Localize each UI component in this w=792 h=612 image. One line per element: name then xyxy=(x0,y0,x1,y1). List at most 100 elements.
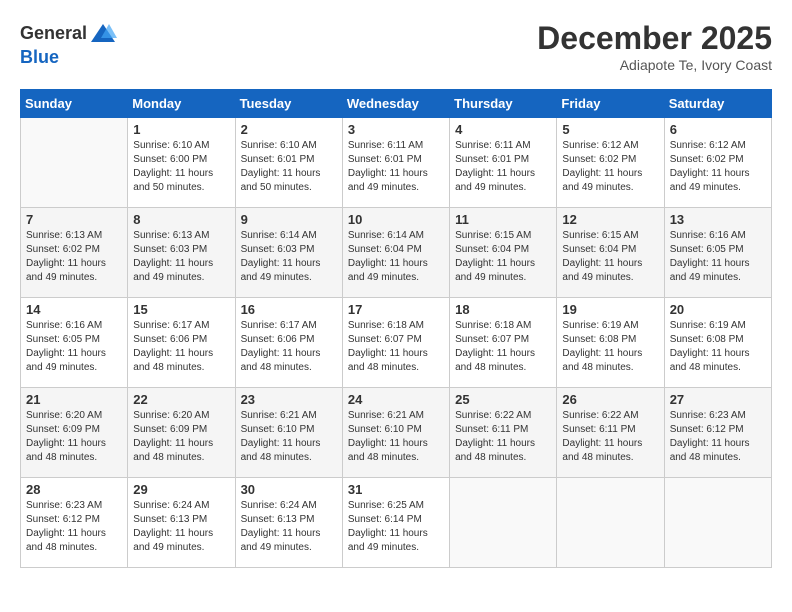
day-info: Sunrise: 6:16 AMSunset: 6:05 PMDaylight:… xyxy=(26,319,122,375)
day-info: Sunrise: 6:13 AMSunset: 6:02 PMDaylight:… xyxy=(26,229,122,285)
day-info: Sunrise: 6:14 AMSunset: 6:03 PMDaylight:… xyxy=(241,229,337,285)
day-number: 29 xyxy=(133,482,229,497)
calendar-cell: 23Sunrise: 6:21 AMSunset: 6:10 PMDayligh… xyxy=(235,388,342,478)
day-number: 7 xyxy=(26,212,122,227)
calendar-cell: 12 Sunrise: 6:15 AMSunset: 6:04 PMDayligh… xyxy=(557,208,664,298)
day-number: 10 xyxy=(348,212,444,227)
month-title: December 2025 xyxy=(537,20,772,57)
day-info: Sunrise: 6:22 AMSunset: 6:11 PMDaylight:… xyxy=(562,409,658,465)
day-number: 27 xyxy=(670,392,766,407)
calendar-cell xyxy=(664,478,771,568)
logo-icon xyxy=(89,20,117,48)
day-info: Sunrise: 6:21 AMSunset: 6:10 PMDaylight:… xyxy=(241,409,337,465)
day-number: 5 xyxy=(562,122,658,137)
day-info: Sunrise: 6:11 AMSunset: 6:01 PMDaylight:… xyxy=(455,139,551,195)
calendar-cell: 6 Sunrise: 6:12 AMSunset: 6:02 PMDaylight… xyxy=(664,118,771,208)
day-number: 3 xyxy=(348,122,444,137)
header-friday: Friday xyxy=(557,90,664,118)
calendar-cell: 15Sunrise: 6:17 AMSunset: 6:06 PMDayligh… xyxy=(128,298,235,388)
day-info: Sunrise: 6:24 AMSunset: 6:13 PMDaylight:… xyxy=(133,499,229,555)
calendar-header-row: SundayMondayTuesdayWednesdayThursdayFrid… xyxy=(21,90,772,118)
day-info: Sunrise: 6:20 AMSunset: 6:09 PMDaylight:… xyxy=(26,409,122,465)
header-tuesday: Tuesday xyxy=(235,90,342,118)
day-number: 18 xyxy=(455,302,551,317)
page-header: General Blue December 2025 Adiapote Te, … xyxy=(20,20,772,73)
calendar-cell: 13 Sunrise: 6:16 AMSunset: 6:05 PMDayligh… xyxy=(664,208,771,298)
day-info: Sunrise: 6:22 AMSunset: 6:11 PMDaylight:… xyxy=(455,409,551,465)
day-info: Sunrise: 6:19 AMSunset: 6:08 PMDaylight:… xyxy=(562,319,658,375)
calendar-cell: 18 Sunrise: 6:18 AMSunset: 6:07 PMDayligh… xyxy=(450,298,557,388)
calendar-cell: 11Sunrise: 6:15 AMSunset: 6:04 PMDayligh… xyxy=(450,208,557,298)
header-monday: Monday xyxy=(128,90,235,118)
calendar-cell: 22 Sunrise: 6:20 AMSunset: 6:09 PMDayligh… xyxy=(128,388,235,478)
calendar-cell: 26 Sunrise: 6:22 AMSunset: 6:11 PMDayligh… xyxy=(557,388,664,478)
day-number: 28 xyxy=(26,482,122,497)
day-number: 1 xyxy=(133,122,229,137)
logo: General Blue xyxy=(20,20,117,68)
day-info: Sunrise: 6:18 AMSunset: 6:07 PMDaylight:… xyxy=(348,319,444,375)
calendar-week-row: 28 Sunrise: 6:23 AMSunset: 6:12 PMDayligh… xyxy=(21,478,772,568)
calendar-cell: 8 Sunrise: 6:13 AMSunset: 6:03 PMDaylight… xyxy=(128,208,235,298)
day-number: 19 xyxy=(562,302,658,317)
day-info: Sunrise: 6:19 AMSunset: 6:08 PMDaylight:… xyxy=(670,319,766,375)
day-number: 30 xyxy=(241,482,337,497)
calendar-cell: 7 Sunrise: 6:13 AMSunset: 6:02 PMDaylight… xyxy=(21,208,128,298)
calendar-week-row: 1 Sunrise: 6:10 AMSunset: 6:00 PMDaylight… xyxy=(21,118,772,208)
day-number: 22 xyxy=(133,392,229,407)
calendar-cell xyxy=(21,118,128,208)
day-info: Sunrise: 6:10 AMSunset: 6:01 PMDaylight:… xyxy=(241,139,337,195)
day-number: 8 xyxy=(133,212,229,227)
calendar-table: SundayMondayTuesdayWednesdayThursdayFrid… xyxy=(20,89,772,568)
day-info: Sunrise: 6:10 AMSunset: 6:00 PMDaylight:… xyxy=(133,139,229,195)
day-number: 13 xyxy=(670,212,766,227)
logo-blue-text: Blue xyxy=(20,48,117,68)
calendar-cell: 31 Sunrise: 6:25 AMSunset: 6:14 PMDayligh… xyxy=(342,478,449,568)
day-number: 31 xyxy=(348,482,444,497)
day-number: 2 xyxy=(241,122,337,137)
title-section: December 2025 Adiapote Te, Ivory Coast xyxy=(537,20,772,73)
day-number: 17 xyxy=(348,302,444,317)
day-number: 20 xyxy=(670,302,766,317)
calendar-cell: 20 Sunrise: 6:19 AMSunset: 6:08 PMDayligh… xyxy=(664,298,771,388)
day-info: Sunrise: 6:13 AMSunset: 6:03 PMDaylight:… xyxy=(133,229,229,285)
calendar-cell: 27Sunrise: 6:23 AMSunset: 6:12 PMDayligh… xyxy=(664,388,771,478)
calendar-cell: 3Sunrise: 6:11 AMSunset: 6:01 PMDaylight… xyxy=(342,118,449,208)
calendar-cell: 14 Sunrise: 6:16 AMSunset: 6:05 PMDayligh… xyxy=(21,298,128,388)
day-number: 6 xyxy=(670,122,766,137)
day-info: Sunrise: 6:21 AMSunset: 6:10 PMDaylight:… xyxy=(348,409,444,465)
day-number: 9 xyxy=(241,212,337,227)
calendar-cell xyxy=(557,478,664,568)
day-info: Sunrise: 6:25 AMSunset: 6:14 PMDaylight:… xyxy=(348,499,444,555)
day-number: 15 xyxy=(133,302,229,317)
calendar-cell: 29 Sunrise: 6:24 AMSunset: 6:13 PMDayligh… xyxy=(128,478,235,568)
calendar-cell: 28 Sunrise: 6:23 AMSunset: 6:12 PMDayligh… xyxy=(21,478,128,568)
location-subtitle: Adiapote Te, Ivory Coast xyxy=(537,57,772,73)
calendar-cell: 5Sunrise: 6:12 AMSunset: 6:02 PMDaylight… xyxy=(557,118,664,208)
calendar-cell: 1 Sunrise: 6:10 AMSunset: 6:00 PMDaylight… xyxy=(128,118,235,208)
day-number: 16 xyxy=(241,302,337,317)
calendar-cell: 17 Sunrise: 6:18 AMSunset: 6:07 PMDayligh… xyxy=(342,298,449,388)
day-info: Sunrise: 6:23 AMSunset: 6:12 PMDaylight:… xyxy=(26,499,122,555)
day-info: Sunrise: 6:24 AMSunset: 6:13 PMDaylight:… xyxy=(241,499,337,555)
calendar-week-row: 14 Sunrise: 6:16 AMSunset: 6:05 PMDayligh… xyxy=(21,298,772,388)
day-number: 4 xyxy=(455,122,551,137)
day-number: 14 xyxy=(26,302,122,317)
day-number: 26 xyxy=(562,392,658,407)
day-info: Sunrise: 6:12 AMSunset: 6:02 PMDaylight:… xyxy=(670,139,766,195)
day-info: Sunrise: 6:18 AMSunset: 6:07 PMDaylight:… xyxy=(455,319,551,375)
calendar-cell: 19 Sunrise: 6:19 AMSunset: 6:08 PMDayligh… xyxy=(557,298,664,388)
calendar-cell: 24Sunrise: 6:21 AMSunset: 6:10 PMDayligh… xyxy=(342,388,449,478)
day-info: Sunrise: 6:16 AMSunset: 6:05 PMDaylight:… xyxy=(670,229,766,285)
header-thursday: Thursday xyxy=(450,90,557,118)
day-number: 12 xyxy=(562,212,658,227)
day-info: Sunrise: 6:20 AMSunset: 6:09 PMDaylight:… xyxy=(133,409,229,465)
calendar-cell: 10Sunrise: 6:14 AMSunset: 6:04 PMDayligh… xyxy=(342,208,449,298)
day-info: Sunrise: 6:15 AMSunset: 6:04 PMDaylight:… xyxy=(562,229,658,285)
calendar-cell: 9 Sunrise: 6:14 AMSunset: 6:03 PMDaylight… xyxy=(235,208,342,298)
day-info: Sunrise: 6:17 AMSunset: 6:06 PMDaylight:… xyxy=(241,319,337,375)
header-saturday: Saturday xyxy=(664,90,771,118)
calendar-cell: 16 Sunrise: 6:17 AMSunset: 6:06 PMDayligh… xyxy=(235,298,342,388)
day-number: 21 xyxy=(26,392,122,407)
calendar-week-row: 21 Sunrise: 6:20 AMSunset: 6:09 PMDayligh… xyxy=(21,388,772,478)
calendar-cell xyxy=(450,478,557,568)
